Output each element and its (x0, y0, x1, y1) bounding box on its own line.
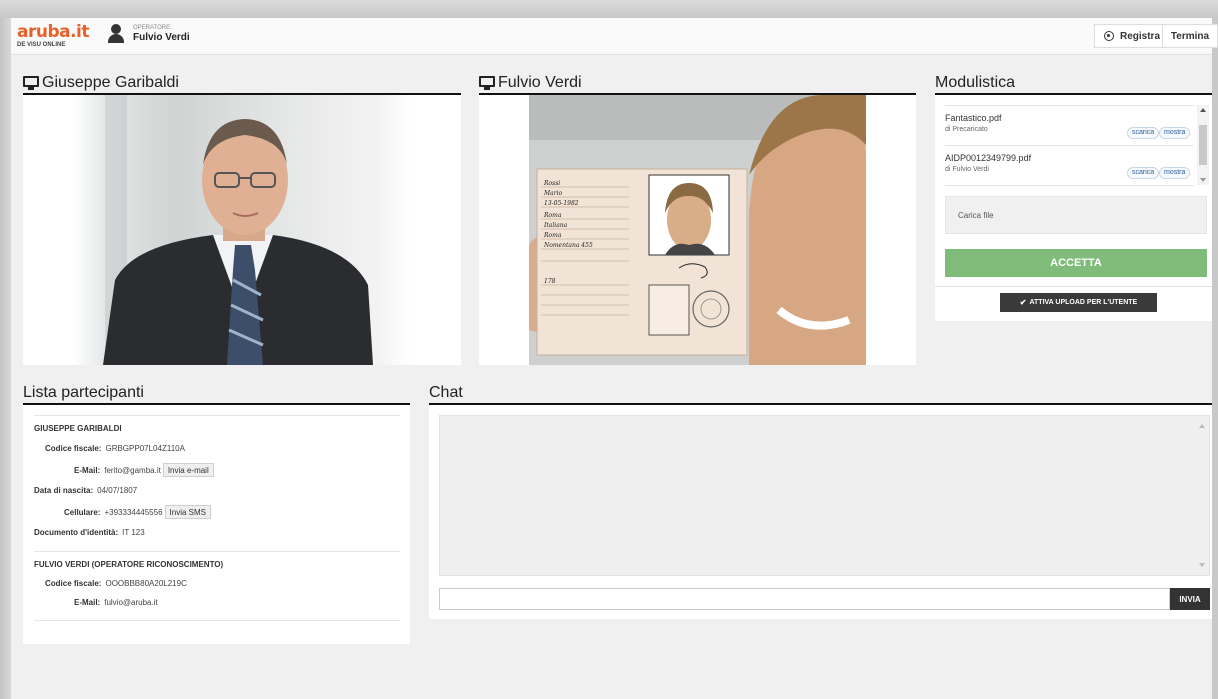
dob-label: Data di nascita: (34, 486, 94, 495)
send-sms-button[interactable]: Invia SMS (164, 505, 211, 519)
email-label: E-Mail: (74, 465, 101, 475)
participants-panel: GIUSEPPE GARIBALDI Codice fiscale: GRBGP… (23, 405, 410, 644)
id-card-name: Mario (543, 190, 563, 197)
id-card-address: Nomentana 455 (543, 242, 593, 249)
chat-header: Chat (429, 383, 1212, 405)
participant-doc-row: Documento d'identità: IT 123 (34, 528, 145, 537)
participants-title: Lista partecipanti (23, 384, 144, 401)
show-button[interactable]: mostra (1159, 127, 1191, 139)
end-session-button[interactable]: Termina (1162, 24, 1218, 48)
scrollbar-thumb[interactable] (1199, 125, 1207, 165)
accept-button[interactable]: ACCETTA (945, 249, 1207, 277)
participant-email-row: E-Mail: fulvio@aruba.it (74, 598, 158, 607)
scroll-up-icon[interactable] (1200, 108, 1206, 112)
modulistica-title: Modulistica (935, 74, 1016, 91)
participant-phone-row: Cellulare: +393334445556 Invia SMS (64, 505, 211, 519)
logo-mark: aruba.it (17, 22, 90, 42)
scroll-down-icon[interactable] (1200, 178, 1206, 182)
file-name: Fantastico.pdf (945, 113, 1002, 123)
window-frame-right (1212, 18, 1218, 699)
video-feed-right[interactable]: Rossi Mario 13-05-1982 Roma Italiana Rom… (479, 95, 916, 365)
video-frame-fulvio: Rossi Mario 13-05-1982 Roma Italiana Rom… (529, 95, 866, 365)
email-value: fulvio@aruba.it (104, 598, 158, 607)
window-frame-left (0, 18, 11, 699)
participant-name: GIUSEPPE GARIBALDI (34, 424, 122, 433)
cf-value: OOOBBB80A20L219C (105, 579, 187, 588)
video-right-title: Fulvio Verdi (498, 74, 582, 91)
enable-upload-label: ATTIVA UPLOAD PER L'UTENTE (1029, 299, 1138, 306)
doc-value: IT 123 (122, 528, 145, 537)
id-card-birth-place: Roma (543, 212, 562, 219)
send-message-button[interactable]: INVIA (1170, 588, 1210, 610)
divider (935, 286, 1212, 287)
modulistica-header: Modulistica (935, 73, 1212, 95)
chat-title: Chat (429, 384, 463, 401)
show-button[interactable]: mostra (1159, 167, 1191, 179)
cf-value: GRBGPP07L04Z110A (105, 444, 185, 453)
record-button[interactable]: Registra (1094, 24, 1171, 48)
participant-email-row: E-Mail: ferito@gamba.it Invia e-mail (74, 463, 214, 477)
user-icon (107, 24, 125, 44)
dob-value: 04/07/1807 (97, 486, 138, 495)
participant-card: FULVIO VERDI (OPERATORE RICONOSCIMENTO) … (34, 551, 400, 621)
video-right-header: Fulvio Verdi (479, 73, 916, 95)
participant-card: GIUSEPPE GARIBALDI Codice fiscale: GRBGP… (34, 415, 400, 551)
chat-log[interactable] (439, 415, 1210, 576)
email-label: E-Mail: (74, 598, 101, 607)
id-card-height: 178 (544, 278, 556, 285)
scroll-down-icon[interactable] (1199, 563, 1205, 567)
video-left-header: Giuseppe Garibaldi (23, 73, 461, 95)
participant-cf-row: Codice fiscale: OOOBBB80A20L219C (45, 579, 187, 588)
record-button-label: Registra (1120, 30, 1161, 42)
id-card-citizenship: Italiana (543, 222, 568, 229)
logo-subtitle: DE VISU ONLINE (17, 42, 66, 48)
phone-value: +393334445556 (104, 507, 163, 517)
email-value: ferito@gamba.it (104, 465, 161, 475)
id-card-birth-date: 13-05-1982 (544, 200, 579, 207)
logo[interactable]: aruba.it DE VISU ONLINE (17, 22, 91, 48)
top-bar: aruba.it DE VISU ONLINE OPERATORE: Fulvi… (11, 18, 1218, 55)
participant-cf-row: Codice fiscale: GRBGPP07L04Z110A (45, 444, 185, 453)
doc-label: Documento d'identità: (34, 528, 119, 537)
phone-label: Cellulare: (64, 507, 101, 517)
record-icon (1104, 31, 1114, 41)
chat-panel: INVIA (429, 405, 1212, 619)
window-frame-top (0, 0, 1218, 18)
id-card-surname: Rossi (543, 180, 560, 187)
file-list-scrollbar[interactable] (1197, 105, 1209, 185)
chat-message-input[interactable] (439, 588, 1170, 610)
download-button[interactable]: scarica (1127, 167, 1160, 179)
participants-header: Lista partecipanti (23, 383, 410, 405)
participant-name: FULVIO VERDI (OPERATORE RICONOSCIMENTO) (34, 560, 224, 569)
send-email-button[interactable]: Invia e-mail (162, 463, 214, 477)
scroll-up-icon[interactable] (1199, 424, 1205, 428)
id-card-residence: Roma (543, 232, 562, 239)
operator-label: OPERATORE: (133, 25, 172, 31)
file-row[interactable]: Fantastico.pdf di Precaricato scarica mo… (945, 106, 1194, 146)
operator-name: Fulvio Verdi (133, 32, 190, 43)
check-icon: ✔ (1019, 298, 1027, 307)
download-button[interactable]: scarica (1127, 127, 1160, 139)
modulistica-panel: Fantastico.pdf di Precaricato scarica mo… (935, 95, 1212, 321)
cf-label: Codice fiscale: (45, 444, 102, 453)
operator-info: OPERATORE: Fulvio Verdi (107, 24, 190, 44)
video-frame-giuseppe (73, 95, 411, 365)
enable-user-upload-button[interactable]: ✔ ATTIVA UPLOAD PER L'UTENTE (1000, 293, 1157, 312)
video-feed-left[interactable] (23, 95, 461, 365)
file-list: Fantastico.pdf di Precaricato scarica mo… (945, 105, 1194, 186)
file-row[interactable]: AIDP0012349799.pdf di Fulvio Verdi scari… (945, 146, 1194, 186)
file-name: AIDP0012349799.pdf (945, 153, 1032, 163)
participant-dob-row: Data di nascita: 04/07/1807 (34, 486, 137, 495)
monitor-icon (23, 76, 39, 90)
cf-label: Codice fiscale: (45, 579, 102, 588)
upload-file-dropzone[interactable]: Carica file (945, 196, 1207, 234)
video-left-title: Giuseppe Garibaldi (42, 74, 179, 91)
monitor-icon (479, 76, 495, 90)
